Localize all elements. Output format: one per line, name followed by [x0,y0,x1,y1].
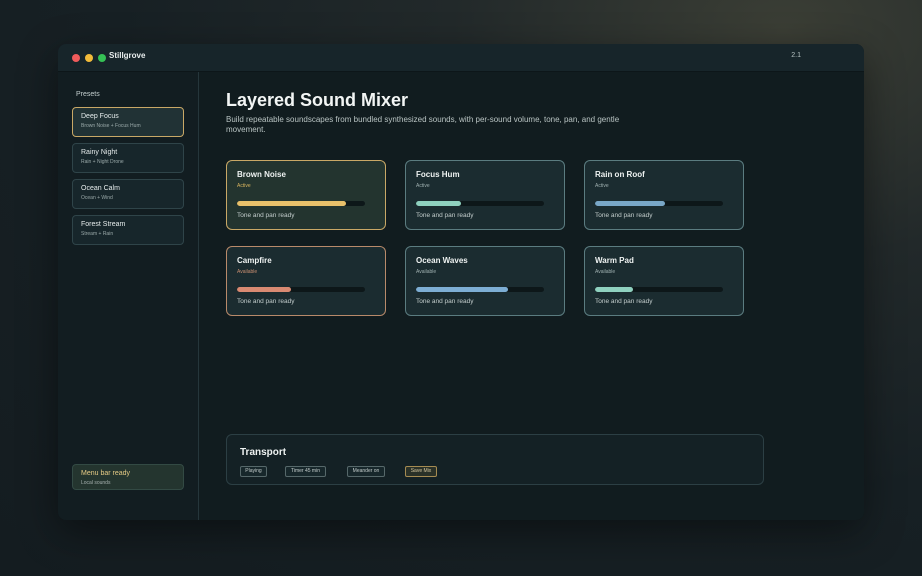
preset-name: Forest Stream [81,221,126,228]
sound-card-rain-on-roof[interactable]: Rain on Roof Active Tone and pan ready [584,160,744,230]
sound-footer: Tone and pan ready [416,298,474,305]
sound-card-ocean-waves[interactable]: Ocean Waves Available Tone and pan ready [405,246,565,316]
volume-slider[interactable] [237,201,365,206]
volume-fill [416,201,461,206]
sound-card-focus-hum[interactable]: Focus Hum Active Tone and pan ready [405,160,565,230]
transport-panel: Transport Playing Timer 45 min Meander o… [226,434,764,485]
sound-status: Active [595,183,609,189]
preset-sounds: Brown Noise + Focus Hum [81,123,141,129]
sound-status: Active [416,183,430,189]
sound-card-brown-noise[interactable]: Brown Noise Active Tone and pan ready [226,160,386,230]
sound-name: Focus Hum [416,170,460,179]
sidebar: Presets Deep Focus Brown Noise + Focus H… [58,72,199,520]
sound-footer: Tone and pan ready [237,212,295,219]
playing-button[interactable]: Playing [240,466,267,477]
minimize-window-button[interactable] [85,54,93,62]
volume-slider[interactable] [416,201,544,206]
preset-name: Ocean Calm [81,185,120,192]
volume-slider[interactable] [595,201,723,206]
preset-rainy-night[interactable]: Rainy Night Rain + Night Drone [72,143,184,173]
maximize-window-button[interactable] [98,54,106,62]
page-description: Build repeatable soundscapes from bundle… [226,115,620,134]
volume-fill [237,201,346,206]
sound-card-warm-pad[interactable]: Warm Pad Available Tone and pan ready [584,246,744,316]
volume-slider[interactable] [237,287,365,292]
sound-status: Available [416,269,437,275]
sound-footer: Tone and pan ready [237,298,295,305]
sound-name: Warm Pad [595,256,634,265]
sound-footer: Tone and pan ready [595,212,653,219]
timer-button[interactable]: Timer 45 min [285,466,326,477]
page-title: Layered Sound Mixer [226,90,409,110]
sound-status: Available [595,269,616,275]
sound-footer: Tone and pan ready [595,298,653,305]
preset-sounds: Rain + Night Drone [81,159,124,165]
close-window-button[interactable] [72,54,80,62]
status-subtitle: Local sounds [81,480,111,486]
volume-fill [237,287,291,292]
status-title: Menu bar ready [81,470,131,477]
preset-deep-focus[interactable]: Deep Focus Brown Noise + Focus Hum [72,107,184,137]
transport-title: Transport [240,447,287,458]
sound-card-campfire[interactable]: Campfire Available Tone and pan ready [226,246,386,316]
volume-slider[interactable] [595,287,723,292]
sound-name: Campfire [237,256,272,265]
app-window: Stillgrove 2.1 Presets Deep Focus Brown … [58,44,864,520]
sound-status: Active [237,183,251,189]
sound-status: Available [237,269,258,275]
sidebar-heading: Presets [76,91,100,98]
save-mix-button[interactable]: Save Mix [405,466,437,477]
preset-forest-stream[interactable]: Forest Stream Stream + Rain [72,215,184,245]
title-bar: Stillgrove 2.1 [58,44,864,72]
volume-slider[interactable] [416,287,544,292]
meander-button[interactable]: Meander on [347,466,385,477]
sound-name: Brown Noise [237,170,286,179]
volume-fill [595,201,666,206]
preset-sounds: Stream + Rain [81,231,114,237]
preset-name: Rainy Night [81,149,118,156]
preset-sounds: Ocean + Wind [81,195,113,201]
volume-fill [595,287,634,292]
sound-name: Rain on Roof [595,170,645,179]
sound-name: Ocean Waves [416,256,468,265]
app-version: 2.1 [791,52,801,59]
menu-bar-status: Menu bar ready Local sounds [72,464,184,490]
app-name: Stillgrove [109,51,146,60]
main-content: Layered Sound Mixer Build repeatable sou… [200,72,864,520]
preset-ocean-calm[interactable]: Ocean Calm Ocean + Wind [72,179,184,209]
sound-footer: Tone and pan ready [416,212,474,219]
volume-fill [416,287,509,292]
preset-name: Deep Focus [81,113,119,120]
